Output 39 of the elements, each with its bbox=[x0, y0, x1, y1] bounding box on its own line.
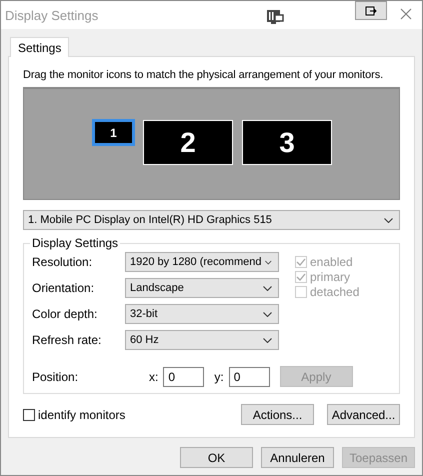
dialog-button[interactable]: Actions... bbox=[241, 404, 314, 425]
dialog-button[interactable]: Advanced... bbox=[327, 404, 400, 425]
restore-button[interactable] bbox=[355, 1, 387, 20]
checkbox[interactable] bbox=[23, 408, 35, 420]
x-field[interactable]: 0 bbox=[163, 366, 204, 386]
monitor-icon bbox=[267, 10, 284, 25]
caret-icon bbox=[384, 218, 393, 222]
y-label: y: bbox=[214, 370, 224, 384]
y-field[interactable]: 0 bbox=[228, 366, 270, 386]
group-title: Display Settings bbox=[30, 236, 120, 250]
field-label: Position: bbox=[32, 370, 80, 384]
close-icon[interactable] bbox=[400, 8, 412, 20]
window-title: Display Settings bbox=[5, 8, 98, 22]
dropdown[interactable]: 1920 by 1280 (recommend bbox=[125, 252, 279, 272]
monitor-tile[interactable]: 2 bbox=[143, 120, 233, 165]
checkbox-label: enabled bbox=[310, 255, 353, 269]
caret-icon bbox=[263, 338, 272, 342]
field-label: Color depth: bbox=[32, 307, 98, 321]
monitor-tile[interactable]: 1 bbox=[92, 119, 135, 146]
x-label: x: bbox=[149, 370, 158, 384]
dropdown[interactable]: Landscape bbox=[125, 278, 279, 298]
field-label: Resolution: bbox=[32, 255, 94, 269]
dropdown[interactable]: 32-bit bbox=[125, 304, 279, 324]
field-label: Refresh rate: bbox=[32, 333, 102, 347]
caret-icon bbox=[263, 286, 272, 290]
checkbox-label: primary bbox=[310, 270, 350, 284]
dialog-button[interactable]: OK bbox=[180, 447, 253, 468]
field-label: Orientation: bbox=[32, 281, 96, 295]
checkbox-label: detached bbox=[310, 285, 360, 299]
dialog-button[interactable]: Annuleren bbox=[261, 447, 334, 468]
display-dropdown[interactable]: 1. Mobile PC Display on Intel(R) HD Graphics 515 bbox=[23, 210, 400, 230]
caret-icon bbox=[263, 312, 272, 316]
instruction-text: Drag the monitor icons to match the physical arrangement of your monitors. bbox=[23, 69, 384, 81]
dropdown[interactable]: 60 Hz bbox=[125, 330, 279, 350]
tab[interactable]: Settings bbox=[10, 37, 70, 57]
checkbox-label: identify monitors bbox=[38, 408, 126, 422]
caret-icon bbox=[265, 260, 272, 264]
exit-icon bbox=[365, 6, 377, 16]
monitor-tile[interactable]: 3 bbox=[242, 120, 332, 165]
